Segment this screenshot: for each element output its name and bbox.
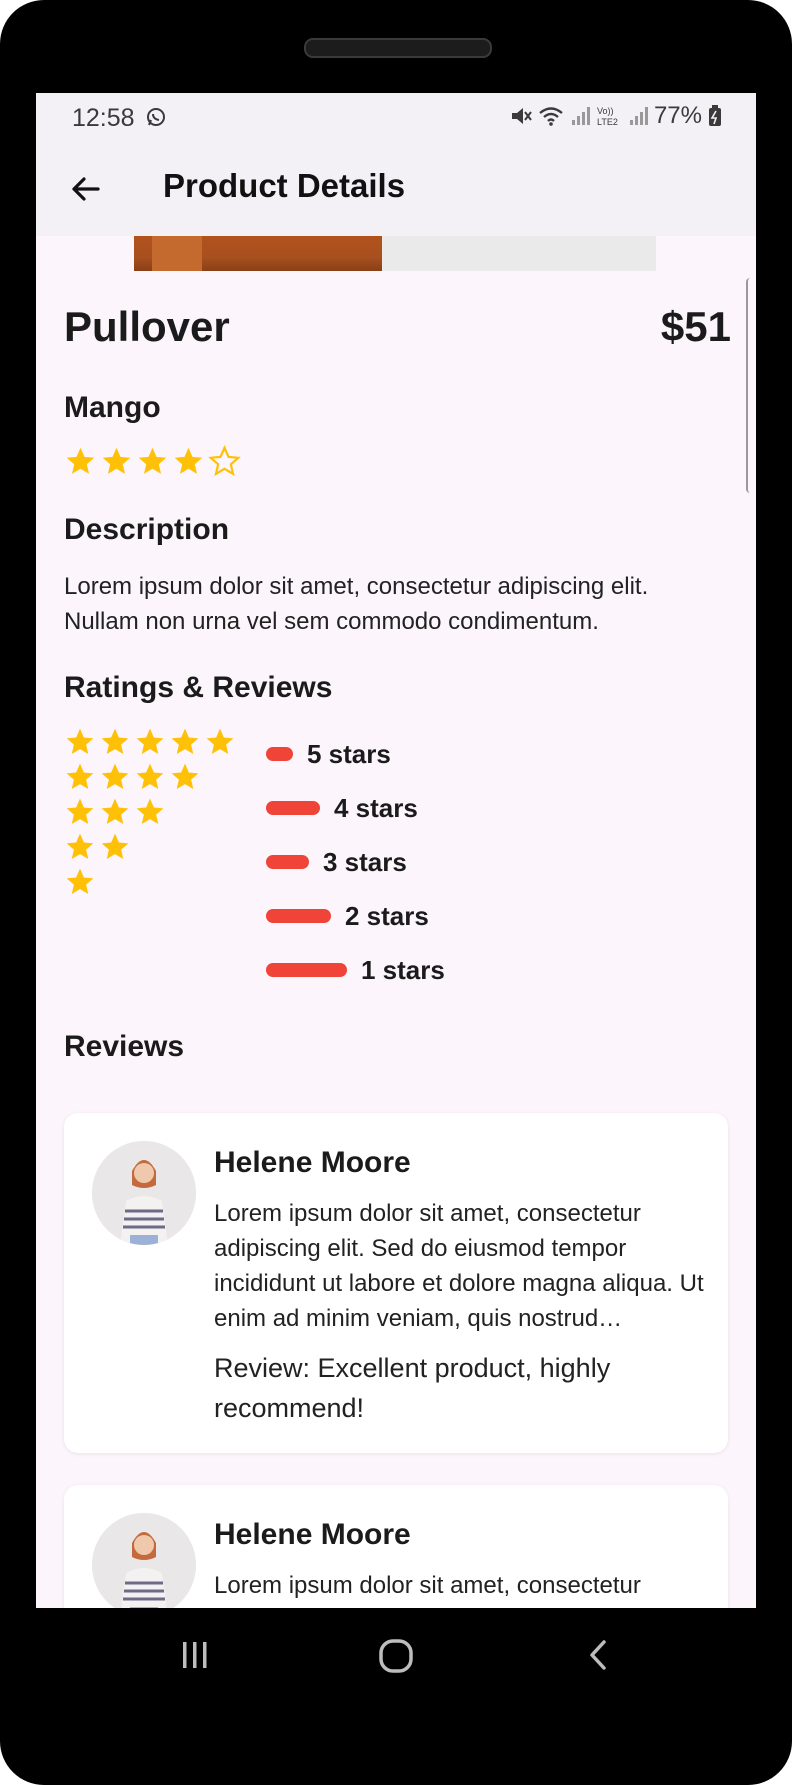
- rating-bar-row: 4 stars: [266, 790, 445, 826]
- rating-bar: [266, 855, 309, 869]
- reviewer-name: Helene Moore: [214, 1518, 411, 1551]
- rating-bar-label: 1 stars: [361, 954, 445, 985]
- mute-icon: [511, 108, 532, 124]
- rating-bars: 5 stars 4 stars 3 stars 2 stars 1 stars: [266, 736, 445, 1006]
- product-image-highlight: [152, 236, 202, 271]
- star-rows: [64, 726, 236, 901]
- battery-icon: [709, 105, 721, 126]
- star-filled-icon: [136, 728, 164, 754]
- avatar-image: [92, 1141, 196, 1245]
- description-heading: Description: [64, 513, 230, 546]
- star-filled-icon: [66, 728, 94, 754]
- signal-icon-2: [629, 107, 648, 125]
- page-title: Product Details: [163, 167, 406, 204]
- back-arrow-icon[interactable]: [66, 169, 106, 209]
- avatar-image: [92, 1513, 196, 1608]
- status-time: 12:58: [72, 104, 135, 132]
- star-filled-icon: [66, 798, 94, 824]
- star-row: [64, 831, 236, 863]
- reviewer-name: Helene Moore: [214, 1146, 411, 1179]
- star-filled-icon: [66, 447, 95, 474]
- lte-icon: Vo)) LTE2: [597, 106, 618, 127]
- review-body: Lorem ipsum dolor sit amet, consectetur …: [214, 1572, 641, 1608]
- star-filled-icon: [66, 868, 94, 894]
- review-card[interactable]: Helene Moore Lorem ipsum dolor sit amet,…: [64, 1113, 728, 1453]
- product-name: Pullover: [64, 303, 230, 350]
- star-filled-icon: [138, 447, 167, 474]
- product-description: Lorem ipsum dolor sit amet, consectetur …: [64, 573, 649, 635]
- whatsapp-icon: [147, 108, 165, 126]
- ratings-heading: Ratings & Reviews: [64, 671, 333, 704]
- rating-bar: [266, 801, 320, 815]
- star-filled-icon: [101, 833, 129, 859]
- product-price: $51: [660, 303, 731, 350]
- product-rating: [64, 445, 241, 478]
- scrollbar[interactable]: [746, 278, 756, 493]
- star-filled-icon: [66, 833, 94, 859]
- rating-bar: [266, 963, 347, 977]
- battery-percent: 77%: [653, 102, 702, 129]
- speaker-grille: [304, 38, 492, 58]
- star-row: [64, 761, 236, 793]
- rating-bar-row: 2 stars: [266, 898, 445, 934]
- status-bar: 12:58 Vo)) LTE2 77%: [36, 93, 756, 145]
- star-filled-icon: [102, 447, 131, 474]
- recents-icon[interactable]: [180, 1636, 210, 1676]
- nav-back-icon[interactable]: [584, 1636, 614, 1676]
- star-filled-icon: [136, 763, 164, 789]
- review-text: Lorem ipsum dolor sit amet, consectetur …: [214, 1568, 704, 1608]
- star-filled-icon: [171, 728, 199, 754]
- star-filled-icon: [171, 763, 199, 789]
- review-body: Lorem ipsum dolor sit amet, consectetur …: [214, 1200, 704, 1332]
- screen: 12:58 Vo)) LTE2 77% Product Details Pull…: [36, 93, 756, 1608]
- rating-bar-row: 5 stars: [266, 736, 445, 772]
- star-filled-icon: [136, 798, 164, 824]
- home-icon[interactable]: [378, 1636, 414, 1676]
- review-card[interactable]: Helene Moore Lorem ipsum dolor sit amet,…: [64, 1485, 728, 1608]
- star-row: [64, 866, 236, 898]
- reviews-heading: Reviews: [64, 1030, 185, 1063]
- star-filled-icon: [66, 763, 94, 789]
- rating-bar-row: 1 stars: [266, 952, 445, 988]
- product-image: [134, 236, 656, 271]
- rating-bar-label: 2 stars: [345, 900, 429, 931]
- review-text: Lorem ipsum dolor sit amet, consectetur …: [214, 1196, 704, 1336]
- product-image-right: [382, 236, 656, 271]
- review-summary: Review: Excellent product, highly recomm…: [214, 1353, 611, 1423]
- star-outline-icon: [208, 445, 241, 477]
- star-filled-icon: [101, 728, 129, 754]
- rating-bar-row: 3 stars: [266, 844, 445, 880]
- rating-bar-label: 4 stars: [334, 792, 418, 823]
- svg-text:LTE2: LTE2: [597, 117, 618, 127]
- star-filled-icon: [174, 447, 203, 474]
- status-icons: Vo)) LTE2 77%: [510, 102, 722, 130]
- rating-bar: [266, 909, 331, 923]
- star-filled-icon: [101, 798, 129, 824]
- star-filled-icon: [101, 763, 129, 789]
- rating-bar: [266, 747, 293, 761]
- avatar: [92, 1141, 196, 1245]
- rating-bar-label: 5 stars: [307, 738, 391, 769]
- star-row: [64, 726, 236, 758]
- system-nav-bar: [0, 1608, 792, 1708]
- star-row: [64, 796, 236, 828]
- wifi-icon: [539, 107, 563, 126]
- star-filled-icon: [206, 728, 234, 754]
- signal-icon: [571, 107, 590, 125]
- rating-bar-label: 3 stars: [323, 846, 407, 877]
- avatar: [92, 1513, 196, 1608]
- svg-text:Vo)): Vo)): [597, 106, 614, 116]
- app-bar: Product Details: [36, 145, 756, 236]
- product-brand: Mango: [64, 391, 161, 424]
- phone-frame: 12:58 Vo)) LTE2 77% Product Details Pull…: [0, 0, 792, 1785]
